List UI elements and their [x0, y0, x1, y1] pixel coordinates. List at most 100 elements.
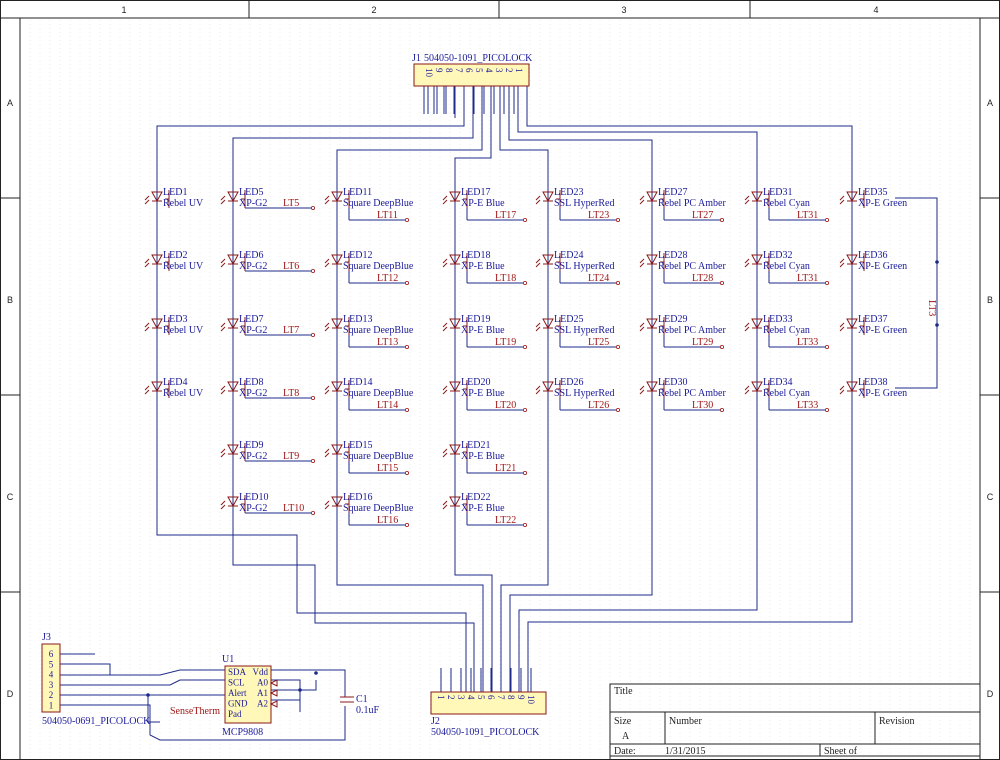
- led-31-type: Rebel Cyan: [763, 198, 810, 209]
- j2-pin-2: 2: [446, 695, 456, 700]
- led-29[interactable]: LED29Rebel PC AmberLT29: [639, 314, 726, 349]
- led-9-type: XP-G2: [239, 451, 267, 462]
- sheet-label: Sheet of: [824, 746, 858, 757]
- led-21-type: XP-E Blue: [461, 451, 505, 462]
- j1-pin-9: 9: [434, 68, 444, 73]
- zone-row-c-left: C: [7, 492, 14, 502]
- led-35[interactable]: LED35XP-E Green: [839, 187, 907, 209]
- led-27-type: Rebel PC Amber: [658, 198, 726, 209]
- led-17[interactable]: LED17XP-E BlueLT17: [442, 187, 528, 222]
- j1-pin-8: 8: [444, 68, 454, 73]
- led-11[interactable]: LED11Square DeepBlueLT11: [324, 187, 414, 222]
- title-label: Title: [614, 686, 633, 697]
- j3-pin-6: 6: [49, 649, 54, 659]
- led-26-net-label: LT26: [588, 400, 609, 411]
- zone-row-d-left: D: [7, 689, 14, 699]
- led-13[interactable]: LED13Square DeepBlueLT13: [324, 314, 414, 349]
- led-26[interactable]: LED26SSL HyperRedLT26: [535, 377, 621, 412]
- capacitor-c1[interactable]: C1 0.1uF: [340, 694, 380, 716]
- revision-label: Revision: [879, 716, 915, 727]
- led-20[interactable]: LED20XP-E BlueLT20: [442, 377, 528, 412]
- led-7[interactable]: LED7XP-G2 LT7: [220, 314, 315, 337]
- led-3-designator: LED3: [163, 314, 187, 325]
- led-array: LED1Rebel UVLED2Rebel UVLED3Rebel UVLED4…: [144, 187, 907, 528]
- led-25-net-label: LT25: [588, 337, 609, 348]
- led-8[interactable]: LED8XP-G2 LT8: [220, 377, 315, 400]
- led-5[interactable]: LED5XP-G2 LT5: [220, 187, 315, 210]
- led-21[interactable]: LED21XP-E BlueLT21: [442, 440, 528, 475]
- zone-row-c-right: C: [987, 492, 994, 502]
- j2-pin-4: 4: [466, 695, 476, 700]
- led-15[interactable]: LED15Square DeepBlueLT15: [324, 440, 414, 475]
- led-25[interactable]: LED25SSL HyperRedLT25: [535, 314, 621, 349]
- connector-j2[interactable]: J2 504050-1091_PICOLOCK 1 2 3 4 5 6 7 8 9 10: [430, 691, 547, 738]
- led-2-designator: LED2: [163, 250, 187, 261]
- title-block: Title Size A Number Revision Date: 1/31/…: [609, 683, 981, 760]
- j2-pin-7: 7: [496, 695, 506, 700]
- led-19[interactable]: LED19XP-E BlueLT19: [442, 314, 528, 349]
- connector-j1[interactable]: J1 504050-1091_PICOLOCK 10 9 8 7 6 5 4 3 2 1: [412, 53, 533, 87]
- led-31-designator: LED31: [763, 187, 792, 198]
- led-3[interactable]: LED3Rebel UV: [144, 314, 204, 336]
- led-29-type: Rebel PC Amber: [658, 325, 726, 336]
- led-13-type: Square DeepBlue: [343, 325, 414, 336]
- led-19-designator: LED19: [461, 314, 490, 325]
- led-25-designator: LED25: [554, 314, 583, 325]
- led-5-type: XP-G2: [239, 198, 267, 209]
- led-10-type: XP-G2: [239, 503, 267, 514]
- led-12[interactable]: LED12Square DeepBlueLT12: [324, 250, 414, 285]
- led-10[interactable]: LED10XP-G2 LT10: [220, 492, 315, 515]
- led-22[interactable]: LED22XP-E BlueLT22: [442, 492, 528, 528]
- u1-pin-a2: A2: [257, 699, 268, 709]
- led-1[interactable]: LED1Rebel UV: [144, 187, 204, 209]
- date-label: Date:: [614, 746, 636, 757]
- j2-pin-6: 6: [486, 695, 496, 700]
- led-30-type: Rebel PC Amber: [658, 388, 726, 399]
- led-23[interactable]: LED23SSL HyperRedLT23: [535, 187, 621, 222]
- led-24-net-label: LT24: [588, 273, 609, 284]
- led-11-designator: LED11: [343, 187, 372, 198]
- j2-pin-1: 1: [436, 695, 446, 700]
- j1-pin-5: 5: [474, 68, 484, 73]
- led-6-designator: LED6: [239, 250, 263, 261]
- led-9[interactable]: LED9XP-G2 LT9: [220, 440, 315, 463]
- j3-pin-2: 2: [49, 690, 54, 700]
- led-12-net-label: LT12: [377, 273, 398, 284]
- led-30[interactable]: LED30Rebel PC AmberLT30: [639, 377, 726, 412]
- led-32-net-label: LT31: [797, 273, 818, 284]
- led-14[interactable]: LED14Square DeepBlueLT14: [324, 377, 414, 412]
- led-16[interactable]: LED16Square DeepBlueLT16: [324, 492, 414, 528]
- led-12-designator: LED12: [343, 250, 372, 261]
- led-6-type: XP-G2: [239, 261, 267, 272]
- j3-part: 504050-0691_PICOLOCK: [42, 716, 151, 727]
- led-32[interactable]: LED32Rebel CyanLT31: [744, 250, 830, 285]
- schematic-sheet: 1 2 3 4 A B C D A B C D J1 504050-1091_P…: [0, 0, 1000, 760]
- led-31[interactable]: LED31Rebel CyanLT31: [744, 187, 830, 222]
- led-7-net-label: LT7: [283, 325, 299, 336]
- ic-u1[interactable]: U1 MCP9808 SDASCLAlertGNDPad VddA0A1A2: [222, 654, 278, 738]
- led-34[interactable]: LED34Rebel CyanLT33: [744, 377, 830, 412]
- led-28-designator: LED28: [658, 250, 687, 261]
- zone-row-a-left: A: [7, 98, 13, 108]
- j1-pin-1: 1: [514, 68, 524, 73]
- connector-j3[interactable]: J3 504050-0691_PICOLOCK 654321: [41, 632, 151, 727]
- led-32-designator: LED32: [763, 250, 792, 261]
- led-2-type: Rebel UV: [163, 261, 204, 272]
- led-38-type: XP-E Green: [858, 388, 907, 399]
- j1-pin-3: 3: [494, 68, 504, 73]
- u1-pin-sda: SDA: [228, 667, 247, 677]
- led-4[interactable]: LED4Rebel UV: [144, 377, 204, 399]
- led-6[interactable]: LED6XP-G2 LT6: [220, 250, 315, 273]
- led-2[interactable]: LED2Rebel UV: [144, 250, 204, 272]
- j3-pin-3: 3: [49, 680, 54, 690]
- led-27[interactable]: LED27Rebel PC AmberLT27: [639, 187, 726, 222]
- led-28[interactable]: LED28Rebel PC AmberLT28: [639, 250, 726, 285]
- led-33[interactable]: LED33Rebel CyanLT33: [744, 314, 830, 349]
- led-18-net-label: LT18: [495, 273, 516, 284]
- led-18-designator: LED18: [461, 250, 490, 261]
- u1-pin-a1: A1: [257, 688, 268, 698]
- led-18[interactable]: LED18XP-E BlueLT18: [442, 250, 528, 285]
- j1-pin-10: 10: [424, 68, 434, 78]
- led-22-net-label: LT22: [495, 515, 516, 526]
- led-24[interactable]: LED24SSL HyperRedLT24: [535, 250, 621, 285]
